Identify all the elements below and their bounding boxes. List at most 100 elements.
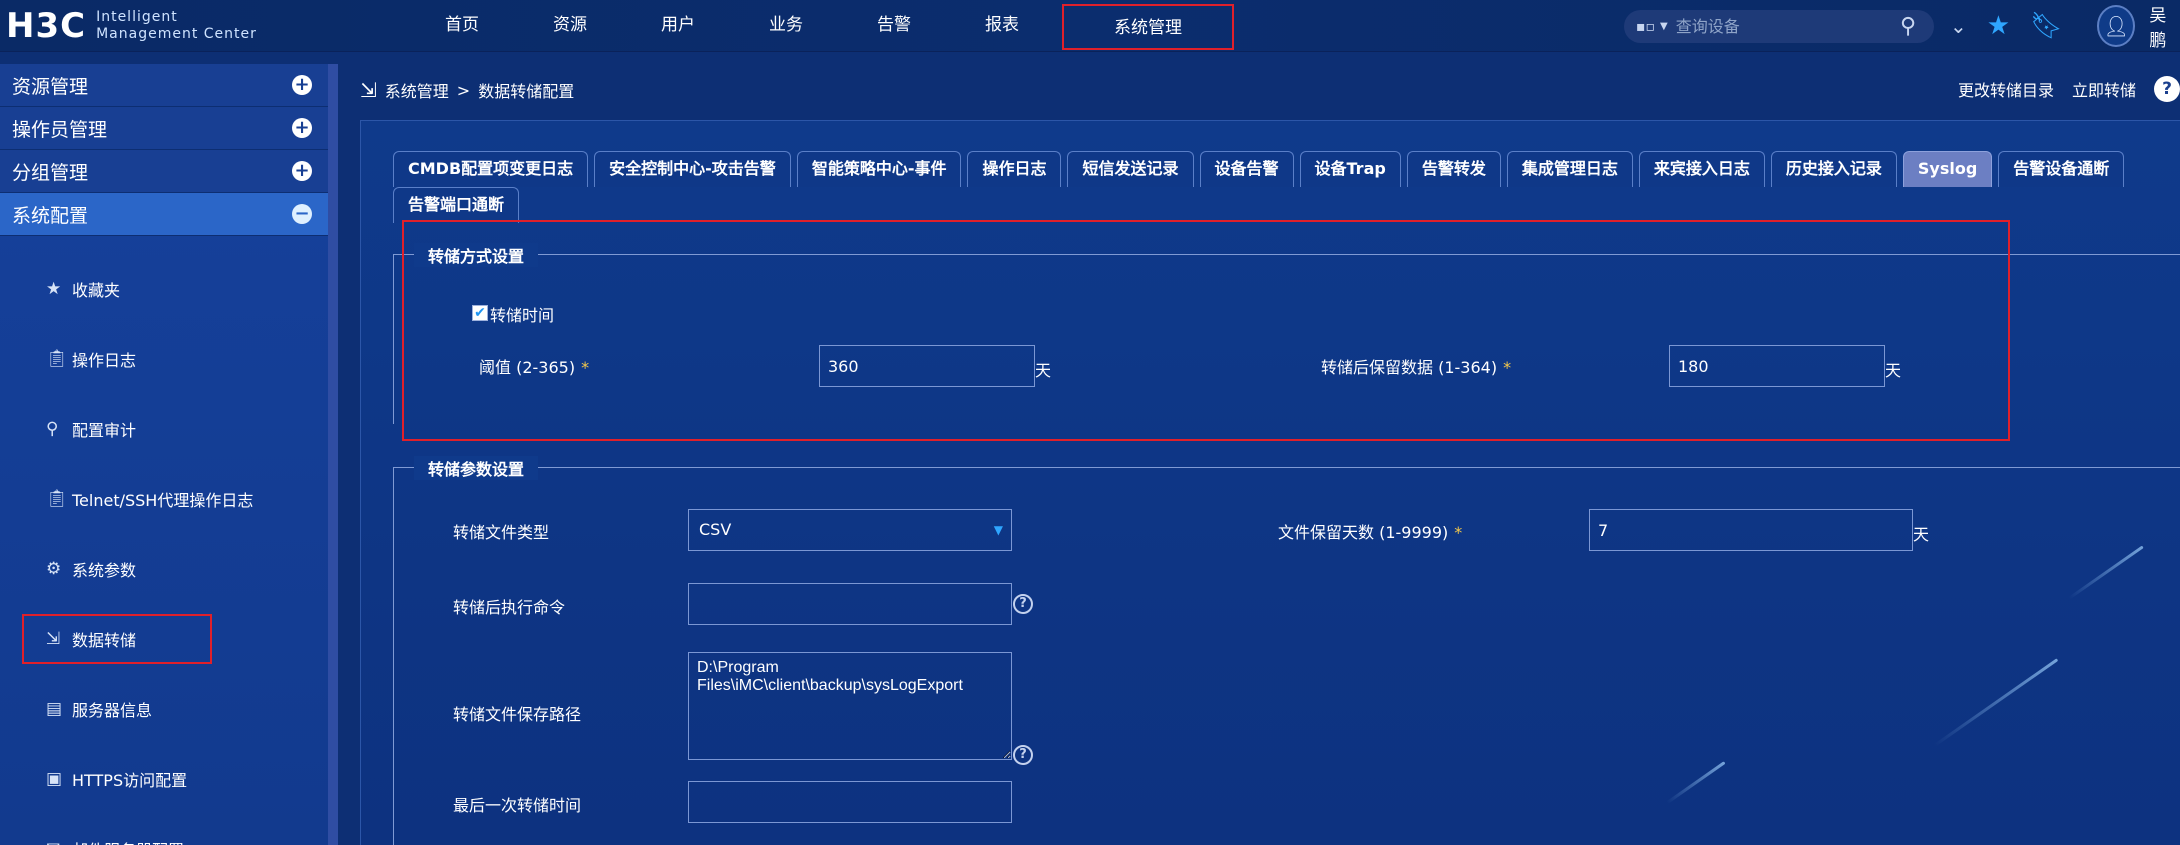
sidebar-group-operator[interactable]: 操作员管理 + bbox=[0, 107, 328, 150]
tab-row: 告警端口通断 bbox=[393, 187, 2173, 223]
tab-alarm-forward[interactable]: 告警转发 bbox=[1406, 151, 1501, 187]
dump-now-link[interactable]: 立即转储 bbox=[2072, 77, 2136, 101]
sidebar-group-label: 操作员管理 bbox=[12, 118, 108, 141]
content-panel: CMDB配置项变更日志 安全控制中心-攻击告警 智能策略中心-事件 操作日志 短… bbox=[360, 120, 2180, 845]
search-input[interactable] bbox=[1675, 17, 1900, 36]
nav-home[interactable]: 首页 bbox=[408, 0, 516, 52]
sidebar-item-label: 收藏夹 bbox=[72, 281, 121, 300]
top-bar: H3C Intelligent Management Center 首页 资源 … bbox=[0, 0, 2180, 52]
tab-policy-center-event[interactable]: 智能策略中心-事件 bbox=[796, 151, 962, 187]
mail-icon: ✉ bbox=[46, 839, 72, 845]
breadcrumb-current: 数据转储配置 bbox=[478, 82, 575, 101]
nav-system-management[interactable]: 系统管理 bbox=[1062, 4, 1234, 50]
expand-chevron-icon[interactable]: ⌄ bbox=[1950, 14, 1967, 38]
dump-mode-legend: 转储方式设置 bbox=[414, 243, 539, 267]
sidebar-item-data-dump[interactable]: ⇲ 数据转储 bbox=[0, 604, 328, 674]
sidebar-item-server-info[interactable]: ▤ 服务器信息 bbox=[0, 674, 328, 744]
minus-icon[interactable]: − bbox=[292, 204, 312, 224]
breadcrumb-parent[interactable]: 系统管理 bbox=[385, 78, 449, 102]
username[interactable]: 吴鹏 bbox=[2149, 1, 2180, 51]
tab-device-trap[interactable]: 设备Trap bbox=[1299, 151, 1401, 187]
last-dump-time-input bbox=[688, 781, 1012, 823]
avatar[interactable]: 👤︎ bbox=[2097, 5, 2136, 47]
top-icons: ⌄ ★ 🔖︎ 👤︎ 吴鹏 bbox=[1950, 5, 2180, 51]
sidebar-item-label: 邮件服务器配置 bbox=[72, 837, 184, 845]
logo-line2: Management Center bbox=[96, 26, 257, 42]
dump-time-label: 转储时间 bbox=[490, 306, 555, 325]
retain-label-text: 转储后保留数据 (1-364) bbox=[1321, 358, 1498, 377]
help-icon[interactable]: ? bbox=[2154, 76, 2180, 102]
tab-port-reachability[interactable]: 告警端口通断 bbox=[393, 187, 520, 223]
favorite-star-icon[interactable]: ★ bbox=[1987, 11, 2010, 41]
sidebar-group-label: 分组管理 bbox=[12, 161, 89, 184]
tab-syslog[interactable]: Syslog bbox=[1902, 151, 1993, 187]
keep-days-input[interactable] bbox=[1589, 509, 1913, 551]
sidebar: 资源管理 + 操作员管理 + 分组管理 + 系统配置 − ★ 收藏夹 📋︎ 操作… bbox=[0, 64, 338, 845]
plus-icon[interactable]: + bbox=[292, 118, 312, 138]
tab-cmdb-change-log[interactable]: CMDB配置项变更日志 bbox=[393, 151, 589, 187]
sidebar-group-system-config[interactable]: 系统配置 − bbox=[0, 193, 328, 236]
https-icon: ▣ bbox=[46, 769, 63, 789]
sidebar-item-operation-log[interactable]: 📋︎ 操作日志 bbox=[0, 324, 328, 394]
chevron-down-icon[interactable]: ▼ bbox=[994, 510, 1003, 550]
tab-device-reachability[interactable]: 告警设备通断 bbox=[1998, 151, 2125, 187]
help-question-icon[interactable]: ? bbox=[1013, 745, 1033, 765]
device-search: ▪▫ ▼ ⚲ bbox=[1624, 10, 1934, 43]
logo-mark: H3C bbox=[6, 6, 87, 46]
plus-icon[interactable]: + bbox=[292, 161, 312, 181]
page-actions: 更改转储目录 立即转储 ? bbox=[1940, 76, 2180, 102]
search-icon[interactable]: ⚲ bbox=[1900, 14, 1934, 39]
sidebar-group-label: 资源管理 bbox=[12, 75, 89, 98]
gear-icon: ⚙ bbox=[46, 559, 62, 579]
chevron-down-icon[interactable]: ▼ bbox=[1660, 21, 1668, 32]
highlight-box bbox=[22, 614, 212, 664]
bookmark-icon[interactable]: 🔖︎ bbox=[2030, 11, 2063, 41]
sidebar-item-config-audit[interactable]: ⚲ 配置审计 bbox=[0, 394, 328, 464]
save-path-textarea[interactable]: D:\Program Files\iMC\client\backup\sysLo… bbox=[688, 652, 1012, 760]
tab-row: CMDB配置项变更日志 安全控制中心-攻击告警 智能策略中心-事件 操作日志 短… bbox=[393, 151, 2173, 187]
audit-icon: ⚲ bbox=[46, 419, 59, 439]
sidebar-item-mail-server[interactable]: ✉ 邮件服务器配置 bbox=[0, 814, 328, 845]
threshold-unit: 天 bbox=[1035, 361, 1052, 380]
change-dump-dir-link[interactable]: 更改转储目录 bbox=[1958, 77, 2054, 101]
nav-service[interactable]: 业务 bbox=[732, 0, 840, 52]
help-question-icon[interactable]: ? bbox=[1013, 594, 1033, 614]
sidebar-item-favorites[interactable]: ★ 收藏夹 bbox=[0, 254, 328, 324]
threshold-label-text: 阈值 (2-365) bbox=[479, 358, 576, 377]
save-path-label: 转储文件保存路径 bbox=[453, 705, 582, 724]
file-type-value: CSV bbox=[699, 520, 732, 539]
file-type-select[interactable]: CSV ▼ bbox=[688, 509, 1012, 551]
threshold-label: 阈值 (2-365) * bbox=[479, 354, 589, 378]
retain-input[interactable] bbox=[1669, 345, 1885, 387]
nav-resource[interactable]: 资源 bbox=[516, 0, 624, 52]
sidebar-group-label: 系统配置 bbox=[12, 204, 89, 227]
keep-days-label: 文件保留天数 (1-9999) * bbox=[1278, 519, 1462, 543]
sidebar-item-telnet-ssh-log[interactable]: 📋︎ Telnet/SSH代理操作日志 bbox=[0, 464, 328, 534]
required-mark: * bbox=[1503, 358, 1512, 377]
sidebar-group-group[interactable]: 分组管理 + bbox=[0, 150, 328, 193]
dump-time-checkbox[interactable]: ✔ bbox=[472, 305, 488, 321]
clipboard-icon: 📋︎ bbox=[46, 349, 68, 369]
star-icon: ★ bbox=[46, 279, 62, 299]
sidebar-group-resource[interactable]: 资源管理 + bbox=[0, 64, 328, 107]
tab-sms-record[interactable]: 短信发送记录 bbox=[1067, 151, 1194, 187]
post-command-input[interactable] bbox=[688, 583, 1012, 625]
retain-unit: 天 bbox=[1885, 361, 1902, 380]
tab-history-access[interactable]: 历史接入记录 bbox=[1770, 151, 1897, 187]
h3c-logo[interactable]: H3C Intelligent Management Center bbox=[6, 6, 257, 46]
tab-integration-log[interactable]: 集成管理日志 bbox=[1506, 151, 1633, 187]
sidebar-item-label: 配置审计 bbox=[72, 421, 137, 440]
nav-report[interactable]: 报表 bbox=[948, 0, 1056, 52]
retain-label: 转储后保留数据 (1-364) * bbox=[1321, 354, 1511, 378]
sidebar-item-https-config[interactable]: ▣ HTTPS访问配置 bbox=[0, 744, 328, 814]
nav-user[interactable]: 用户 bbox=[624, 0, 732, 52]
nav-alarm[interactable]: 告警 bbox=[840, 0, 948, 52]
tab-device-alarm[interactable]: 设备告警 bbox=[1199, 151, 1294, 187]
tab-security-attack-alarm[interactable]: 安全控制中心-攻击告警 bbox=[594, 151, 791, 187]
threshold-input[interactable] bbox=[819, 345, 1035, 387]
sidebar-item-system-params[interactable]: ⚙ 系统参数 bbox=[0, 534, 328, 604]
log-type-tabs: CMDB配置项变更日志 安全控制中心-攻击告警 智能策略中心-事件 操作日志 短… bbox=[393, 151, 2173, 223]
tab-guest-access-log[interactable]: 来宾接入日志 bbox=[1638, 151, 1765, 187]
plus-icon[interactable]: + bbox=[292, 75, 312, 95]
tab-operation-log[interactable]: 操作日志 bbox=[967, 151, 1062, 187]
